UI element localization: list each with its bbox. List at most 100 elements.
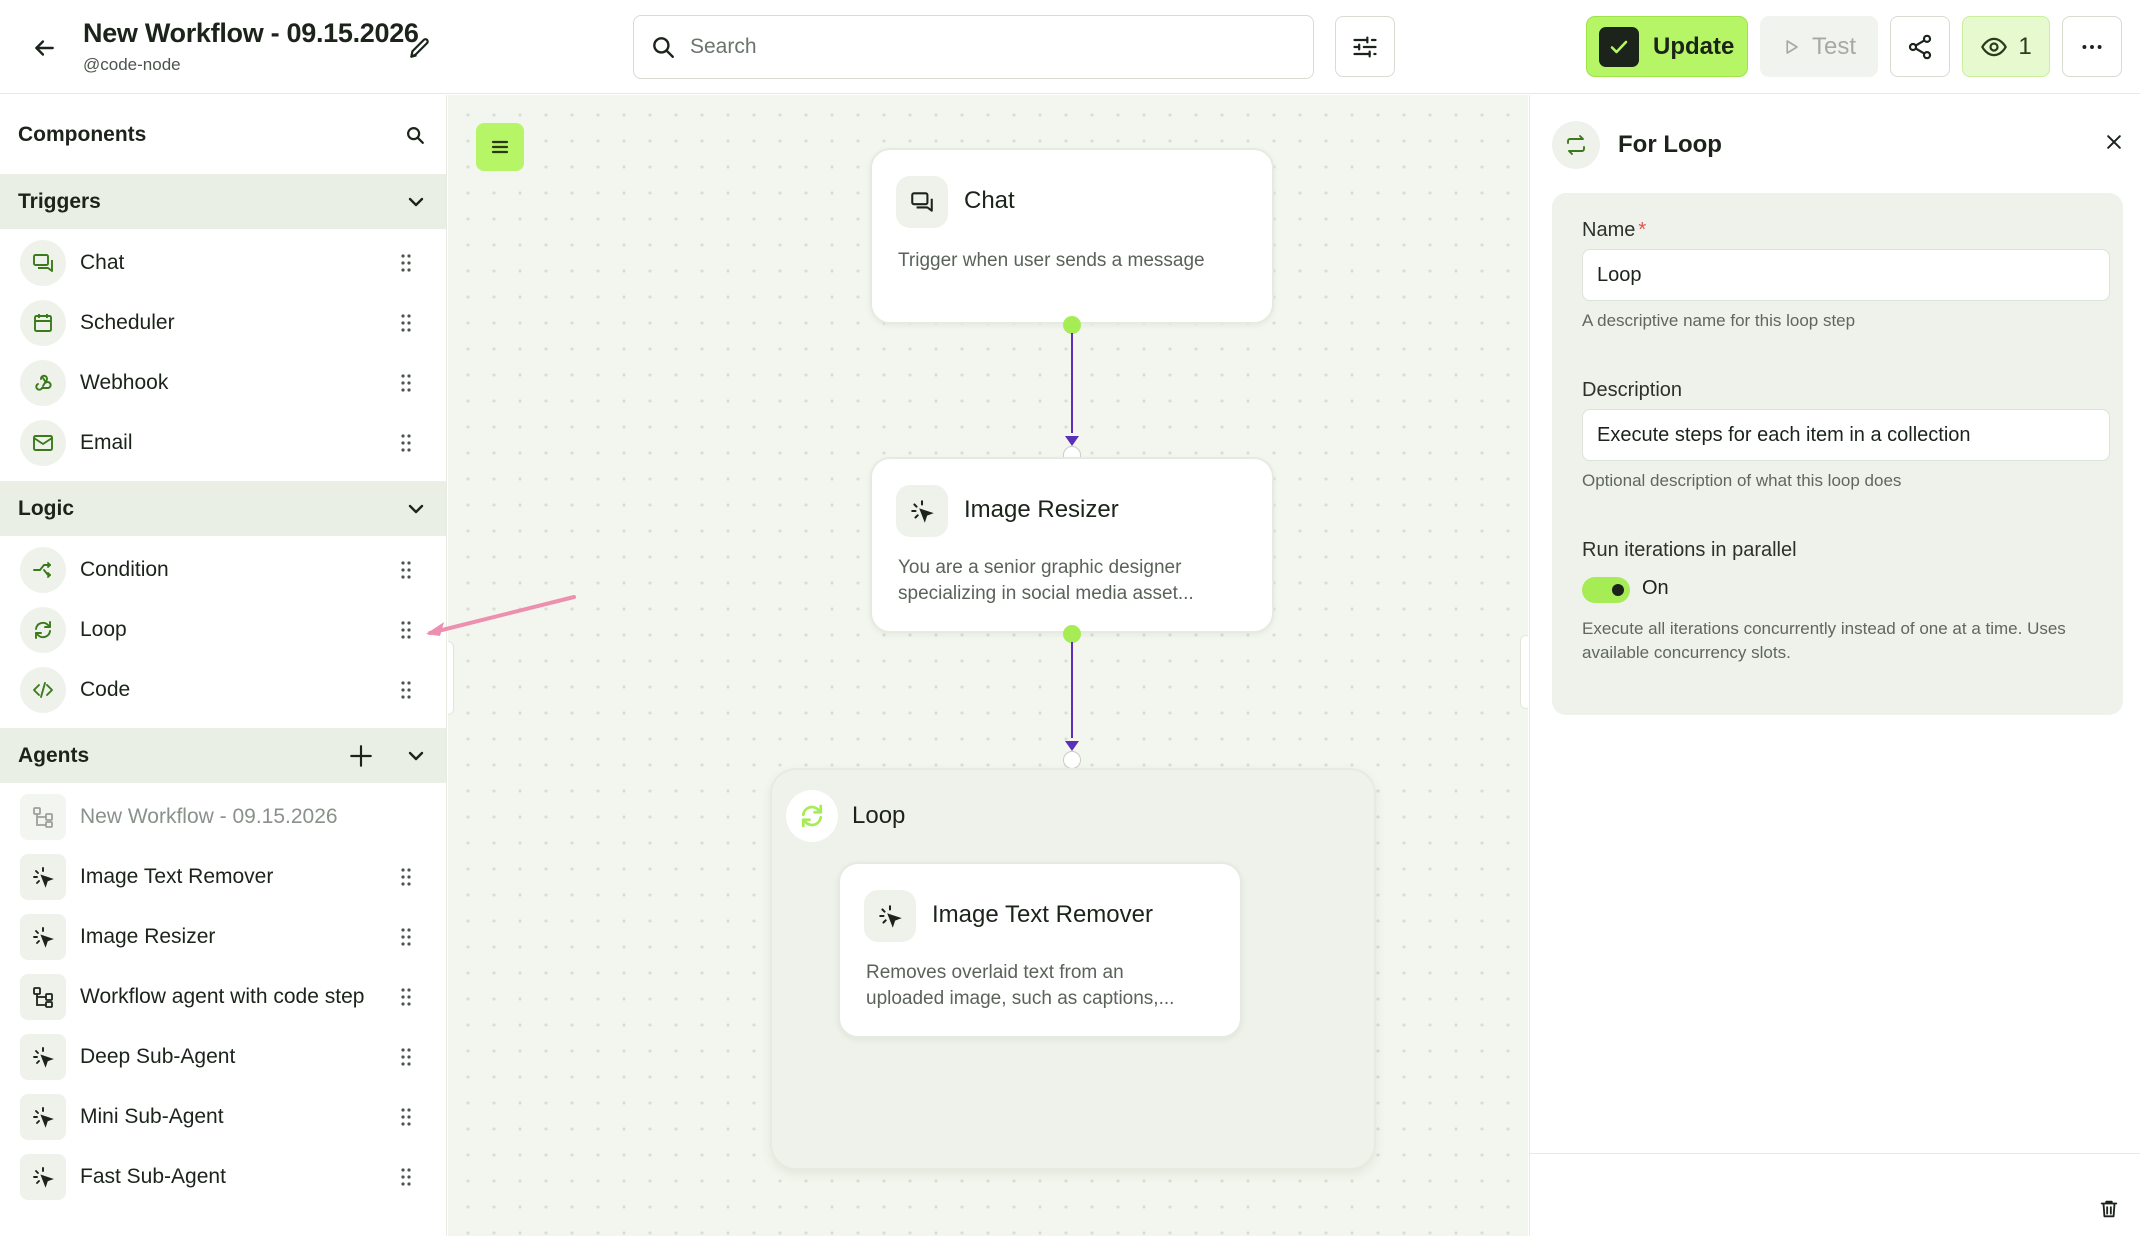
connection-edge[interactable] (1071, 642, 1073, 738)
section-agents-header[interactable]: Agents (0, 728, 446, 783)
drag-handle-icon[interactable] (396, 433, 416, 453)
delete-node-button[interactable] (2095, 1195, 2123, 1223)
sidebar-item-chat[interactable]: Chat (0, 233, 446, 293)
search-input[interactable] (690, 35, 1250, 59)
drag-handle-icon[interactable] (396, 253, 416, 273)
chevron-down-icon[interactable] (404, 190, 428, 214)
drag-handle-icon[interactable] (396, 680, 416, 700)
name-field[interactable] (1582, 249, 2110, 301)
close-panel-button[interactable] (2101, 129, 2127, 155)
properties-panel: For Loop Name* A descriptive name for th… (1529, 95, 2140, 1236)
update-button[interactable]: Update (1586, 16, 1748, 77)
node-title: Chat (964, 187, 1015, 214)
sidebar-item-label: Loop (80, 618, 127, 641)
more-options-button[interactable] (2062, 16, 2122, 77)
viewer-count: 1 (2018, 32, 2032, 60)
arrow-left-icon (35, 40, 54, 56)
node-title: Image Text Remover (932, 901, 1153, 928)
sidebar-item-email[interactable]: Email (0, 413, 446, 473)
parallel-help-text: Execute all iterations concurrently inst… (1582, 619, 2066, 662)
drag-handle-icon[interactable] (396, 1107, 416, 1127)
parallel-toggle[interactable] (1582, 577, 1630, 603)
sidebar-item-label: Email (80, 431, 133, 454)
share-button[interactable] (1890, 16, 1950, 77)
drag-handle-icon[interactable] (396, 867, 416, 887)
triggers-list: Chat Scheduler Webhook Email (0, 229, 446, 481)
chat-icon (896, 176, 948, 228)
sidebar-item-label: Scheduler (80, 311, 175, 334)
chevron-down-icon[interactable] (404, 497, 428, 521)
chevron-down-icon[interactable] (404, 744, 428, 768)
search-components-button[interactable] (404, 124, 426, 146)
panel-footer-divider (1530, 1153, 2140, 1154)
drag-handle-icon[interactable] (396, 313, 416, 333)
node-description: Trigger when user sends a message (898, 250, 1205, 271)
node-chat[interactable]: Chat Trigger when user sends a message (870, 148, 1274, 324)
drag-handle-icon[interactable] (396, 927, 416, 947)
components-sidebar: Components Triggers Chat Scheduler Webho… (0, 95, 447, 1236)
sidebar-item-label: Condition (80, 558, 169, 581)
sidebar-item-deep-sub-agent[interactable]: Deep Sub-Agent (0, 1027, 446, 1087)
test-button[interactable]: Test (1760, 16, 1878, 77)
section-logic-header[interactable]: Logic (0, 481, 446, 536)
canvas-menu-button[interactable] (476, 123, 524, 171)
description-help-text: Optional description of what this loop d… (1582, 471, 1902, 490)
required-mark: * (1638, 219, 1647, 241)
edit-title-button[interactable] (402, 30, 438, 66)
node-description: Removes overlaid text from an uploaded i… (866, 962, 1175, 1009)
name-label: Name * (1582, 219, 1647, 241)
sparkle-cursor-icon (896, 485, 948, 537)
parallel-state-label: On (1642, 577, 1669, 599)
ellipsis-icon (2082, 44, 2102, 49)
node-title: Image Resizer (964, 496, 1119, 523)
sidebar-item-condition[interactable]: Condition (0, 540, 446, 600)
panel-header: For Loop (1552, 121, 1722, 169)
sparkle-cursor-icon (20, 854, 66, 900)
parallel-label: Run iterations in parallel (1582, 539, 1797, 561)
drag-handle-icon[interactable] (396, 620, 416, 640)
sidebar-item-fast-sub-agent[interactable]: Fast Sub-Agent (0, 1147, 446, 1207)
node-loop-group[interactable]: Loop Image Text Remover Removes overlaid… (770, 768, 1376, 1170)
panel-resize-handle[interactable] (1520, 635, 1528, 709)
section-triggers-header[interactable]: Triggers (0, 174, 446, 229)
trash-icon (2100, 1200, 2118, 1218)
update-label: Update (1653, 32, 1735, 60)
node-image-resizer[interactable]: Image Resizer You are a senior graphic d… (870, 457, 1274, 633)
node-image-text-remover[interactable]: Image Text Remover Removes overlaid text… (838, 862, 1242, 1038)
workflow-title: New Workflow - 09.15.2026 (83, 18, 419, 48)
sidebar-item-code[interactable]: Code (0, 660, 446, 720)
sidebar-resize-handle[interactable] (448, 641, 454, 715)
description-field[interactable] (1582, 409, 2110, 461)
output-port[interactable] (1063, 316, 1081, 334)
input-port[interactable] (1063, 751, 1081, 769)
sidebar-item-webhook[interactable]: Webhook (0, 353, 446, 413)
sparkle-cursor-icon (20, 1034, 66, 1080)
output-port[interactable] (1063, 625, 1081, 643)
repeat-icon (1552, 121, 1600, 169)
search-icon (407, 126, 424, 144)
sidebar-item-label: Image Resizer (80, 925, 216, 948)
drag-handle-icon[interactable] (396, 987, 416, 1007)
drag-handle-icon[interactable] (396, 1167, 416, 1187)
search-bar (633, 15, 1314, 79)
sidebar-item-workflow-agent-code-step[interactable]: Workflow agent with code step (0, 967, 446, 1027)
drag-handle-icon[interactable] (396, 373, 416, 393)
workflow-canvas[interactable]: Chat Trigger when user sends a message I… (448, 95, 1528, 1236)
connection-edge[interactable] (1071, 333, 1073, 433)
sidebar-item-image-text-remover[interactable]: Image Text Remover (0, 847, 446, 907)
sidebar-item-loop[interactable]: Loop (0, 600, 446, 660)
sidebar-item-mini-sub-agent[interactable]: Mini Sub-Agent (0, 1087, 446, 1147)
loop-settings-card: Name* A descriptive name for this loop s… (1552, 193, 2123, 715)
sidebar-item-scheduler[interactable]: Scheduler (0, 293, 446, 353)
plus-icon[interactable] (348, 743, 374, 769)
viewers-button[interactable]: 1 (1962, 16, 2050, 77)
drag-handle-icon[interactable] (396, 1047, 416, 1067)
workflow-icon (20, 794, 66, 840)
sidebar-item-label: Chat (80, 251, 125, 274)
back-button[interactable] (26, 30, 62, 66)
sliders-icon (1353, 36, 1377, 57)
loop-group-title: Loop (852, 802, 906, 829)
sidebar-item-image-resizer[interactable]: Image Resizer (0, 907, 446, 967)
filter-settings-button[interactable] (1335, 16, 1395, 77)
drag-handle-icon[interactable] (396, 560, 416, 580)
